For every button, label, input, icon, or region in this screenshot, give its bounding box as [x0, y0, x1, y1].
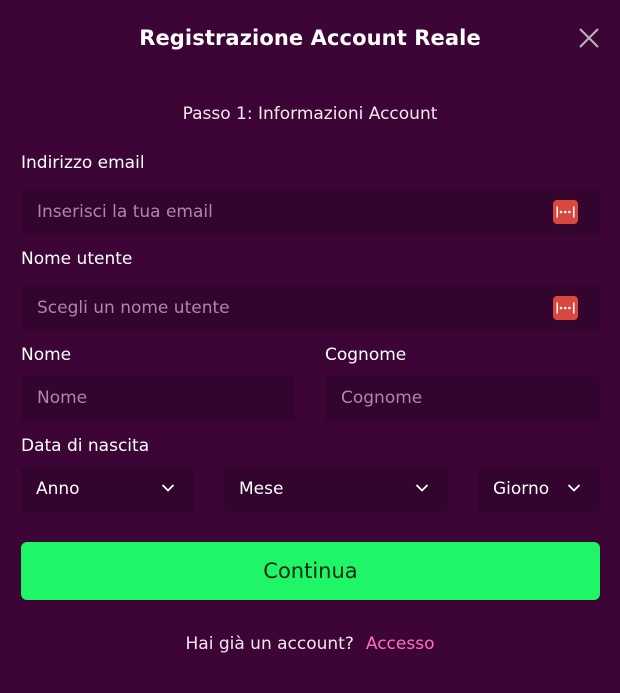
- last-name-label: Cognome: [325, 345, 407, 365]
- chevron-down-icon: [415, 484, 429, 492]
- year-select-value: Anno: [36, 479, 80, 499]
- modal-title: Registrazione Account Reale: [139, 26, 481, 50]
- login-question: Hai già un account?: [185, 634, 354, 654]
- step-indicator: Passo 1: Informazioni Account: [182, 104, 438, 124]
- username-field[interactable]: [21, 285, 600, 331]
- day-select[interactable]: Giorno: [478, 467, 600, 513]
- close-icon[interactable]: [578, 27, 600, 49]
- chevron-down-icon: [567, 484, 581, 492]
- email-label: Indirizzo email: [21, 153, 145, 173]
- month-select[interactable]: Mese: [224, 467, 448, 513]
- day-select-value: Giorno: [493, 479, 550, 499]
- email-field-wrapper: [21, 189, 600, 235]
- username-field-wrapper: [21, 285, 600, 331]
- first-name-field-wrapper: [21, 375, 295, 421]
- registration-modal: Registrazione Account Reale Passo 1: Inf…: [0, 0, 620, 693]
- password-manager-icon[interactable]: [553, 200, 578, 224]
- login-link[interactable]: Accesso: [366, 634, 435, 654]
- first-name-field[interactable]: [21, 375, 295, 421]
- email-field[interactable]: [21, 189, 600, 235]
- chevron-down-icon: [161, 484, 175, 492]
- username-label: Nome utente: [21, 249, 133, 269]
- month-select-value: Mese: [239, 479, 284, 499]
- login-prompt: Hai già un account? Accesso: [0, 634, 620, 654]
- year-select[interactable]: Anno: [21, 467, 194, 513]
- password-manager-icon[interactable]: [553, 296, 578, 320]
- last-name-field[interactable]: [325, 375, 600, 421]
- birthdate-label: Data di nascita: [21, 436, 150, 456]
- continue-button[interactable]: Continua: [21, 542, 600, 600]
- first-name-label: Nome: [21, 345, 72, 365]
- last-name-field-wrapper: [325, 375, 600, 421]
